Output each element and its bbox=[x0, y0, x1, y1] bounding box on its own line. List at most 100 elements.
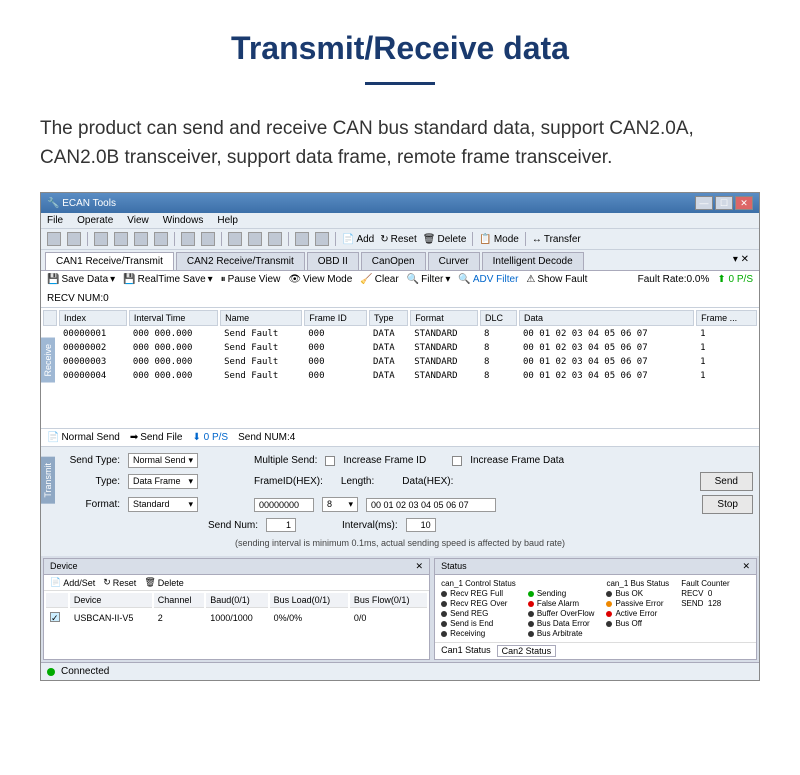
data-label: Data(HEX): bbox=[402, 476, 453, 487]
inc-framedata-label: Increase Frame Data bbox=[470, 455, 564, 466]
data-input[interactable]: 00 01 02 03 04 05 06 07 bbox=[366, 498, 496, 512]
inc-frameid-checkbox[interactable] bbox=[325, 456, 335, 466]
col-index[interactable]: Index bbox=[59, 310, 127, 326]
frameid-input[interactable]: 00000000 bbox=[254, 498, 314, 512]
col-data[interactable]: Data bbox=[519, 310, 694, 326]
device-checkbox[interactable]: ✓ bbox=[50, 612, 60, 622]
tool-icon[interactable] bbox=[201, 232, 215, 246]
can1-status-tab[interactable]: Can1 Status bbox=[441, 645, 491, 657]
menu-operate[interactable]: Operate bbox=[77, 215, 113, 226]
open-icon[interactable] bbox=[47, 232, 61, 246]
rx-toolbar: 💾 Save Data ▾ 💾 RealTime Save ▾ ⏸ Pause … bbox=[41, 271, 759, 308]
tool-icon[interactable] bbox=[94, 232, 108, 246]
transfer-button[interactable]: ↔ Transfer bbox=[532, 234, 581, 245]
tool-icon[interactable] bbox=[248, 232, 262, 246]
clear-button[interactable]: 🧹 Clear bbox=[360, 274, 398, 285]
type-select[interactable]: Data Frame▾ bbox=[128, 474, 198, 489]
filter-button[interactable]: 🔍 Filter ▾ bbox=[407, 274, 451, 285]
pause-button[interactable]: ⏸ Pause View bbox=[221, 274, 281, 285]
multiple-send-label: Multiple Send: bbox=[254, 455, 317, 466]
tab-can1[interactable]: CAN1 Receive/Transmit bbox=[45, 252, 174, 270]
sendtype-label: Send Type: bbox=[65, 455, 120, 466]
table-row[interactable]: 00000001000 000.000Send Fault000DATASTAN… bbox=[43, 328, 757, 340]
app-window: 🔧 ECAN Tools — ☐ ✕ File Operate View Win… bbox=[40, 192, 760, 681]
advfilter-button[interactable]: 🔍 ADV Filter bbox=[458, 274, 518, 285]
mode-button[interactable]: 📋 Mode bbox=[479, 234, 518, 245]
maximize-button[interactable]: ☐ bbox=[715, 196, 733, 210]
length-select[interactable]: 8▾ bbox=[322, 497, 358, 512]
tab-obd2[interactable]: OBD II bbox=[307, 252, 359, 270]
frameid-label: FrameID(HEX): bbox=[254, 476, 323, 487]
can2-status-tab[interactable]: Can2 Status bbox=[497, 645, 557, 657]
dev-addset-button[interactable]: 📄 Add/Set bbox=[50, 577, 95, 588]
tab-can2[interactable]: CAN2 Receive/Transmit bbox=[176, 252, 305, 270]
dev-delete-button[interactable]: 🗑 Delete bbox=[144, 577, 183, 588]
device-row[interactable]: ✓ USBCAN-II-V5 2 1000/1000 0%/0% 0/0 bbox=[46, 610, 427, 625]
table-row[interactable]: 00000003000 000.000Send Fault000DATASTAN… bbox=[43, 356, 757, 368]
stop-button[interactable]: Stop bbox=[702, 495, 753, 514]
add-button[interactable]: 📄 Add bbox=[342, 234, 374, 245]
tx-note: (sending interval is minimum 0.1ms, actu… bbox=[47, 536, 753, 550]
inc-frameid-label: Increase Frame ID bbox=[343, 455, 426, 466]
tool-icon[interactable] bbox=[154, 232, 168, 246]
tool-icon[interactable] bbox=[268, 232, 282, 246]
app-icon: 🔧 ECAN Tools bbox=[47, 198, 116, 209]
dev-reset-button[interactable]: ↻ Reset bbox=[103, 577, 136, 588]
reset-button[interactable]: ↻ Reset bbox=[380, 234, 417, 245]
send-num-label: Send NUM:4 bbox=[238, 432, 295, 443]
sendnum-input[interactable]: 1 bbox=[266, 518, 296, 532]
col-interval[interactable]: Interval Time bbox=[129, 310, 218, 326]
sendtype-select[interactable]: Normal Send▾ bbox=[128, 453, 198, 468]
col-frame[interactable]: Frame ... bbox=[696, 310, 757, 326]
menu-help[interactable]: Help bbox=[217, 215, 238, 226]
tool-icon[interactable] bbox=[181, 232, 195, 246]
save-data-button[interactable]: 💾 Save Data ▾ bbox=[47, 274, 115, 285]
tool-icon[interactable] bbox=[315, 232, 329, 246]
tabs-menu-icon[interactable]: ▾ ✕ bbox=[727, 252, 755, 270]
tab-decode[interactable]: Intelligent Decode bbox=[482, 252, 584, 270]
tool-icon[interactable] bbox=[295, 232, 309, 246]
interval-input[interactable]: 10 bbox=[406, 518, 436, 532]
menubar: File Operate View Windows Help bbox=[41, 213, 759, 229]
delete-button[interactable]: 🗑 Delete bbox=[423, 234, 467, 245]
col-name[interactable]: Name bbox=[220, 310, 302, 326]
close-button[interactable]: ✕ bbox=[735, 196, 753, 210]
receive-sidetab[interactable]: Receive bbox=[41, 338, 55, 383]
col-dlc[interactable]: DLC bbox=[480, 310, 517, 326]
inc-framedata-checkbox[interactable] bbox=[452, 456, 462, 466]
statusbar: Connected bbox=[41, 662, 759, 680]
save-icon[interactable] bbox=[67, 232, 81, 246]
tab-canopen[interactable]: CanOpen bbox=[361, 252, 426, 270]
panel-close-icon[interactable]: ✕ bbox=[416, 561, 424, 572]
fault-counter-header: Fault Counter bbox=[681, 579, 729, 588]
tool-icon[interactable] bbox=[134, 232, 148, 246]
tool-icon[interactable] bbox=[228, 232, 242, 246]
tab-curver[interactable]: Curver bbox=[428, 252, 480, 270]
col-type[interactable]: Type bbox=[369, 310, 408, 326]
transmit-panel: Transmit Send Type: Normal Send▾ Multipl… bbox=[41, 447, 759, 556]
showfault-button[interactable]: ⚠ Show Fault bbox=[526, 274, 587, 285]
col-format[interactable]: Format bbox=[410, 310, 478, 326]
menu-view[interactable]: View bbox=[127, 215, 149, 226]
tool-icon[interactable] bbox=[114, 232, 128, 246]
connected-icon bbox=[47, 668, 55, 676]
realtime-save-button[interactable]: 💾 RealTime Save ▾ bbox=[123, 274, 212, 285]
interval-label: Interval(ms): bbox=[342, 520, 398, 531]
menu-file[interactable]: File bbox=[47, 215, 63, 226]
table-row[interactable]: 00000002000 000.000Send Fault000DATASTAN… bbox=[43, 342, 757, 354]
format-select[interactable]: Standard▾ bbox=[128, 497, 198, 512]
send-file-button[interactable]: ➡ Send File bbox=[130, 432, 183, 443]
panel-close-icon[interactable]: ✕ bbox=[742, 561, 750, 572]
normal-send-button[interactable]: 📄 Normal Send bbox=[47, 432, 120, 443]
viewmode-button[interactable]: 👁 View Mode bbox=[288, 274, 352, 285]
titlebar: 🔧 ECAN Tools — ☐ ✕ bbox=[41, 193, 759, 213]
transmit-sidetab[interactable]: Transmit bbox=[41, 457, 55, 504]
send-button[interactable]: Send bbox=[700, 472, 753, 491]
status-header: Status bbox=[441, 561, 467, 572]
sendnum-label: Send Num: bbox=[208, 520, 258, 531]
col-frameid[interactable]: Frame ID bbox=[304, 310, 367, 326]
minimize-button[interactable]: — bbox=[695, 196, 713, 210]
menu-windows[interactable]: Windows bbox=[163, 215, 204, 226]
table-row[interactable]: 00000004000 000.000Send Fault000DATASTAN… bbox=[43, 370, 757, 382]
device-panel: Device✕ 📄 Add/Set ↻ Reset 🗑 Delete Devic… bbox=[43, 558, 430, 660]
